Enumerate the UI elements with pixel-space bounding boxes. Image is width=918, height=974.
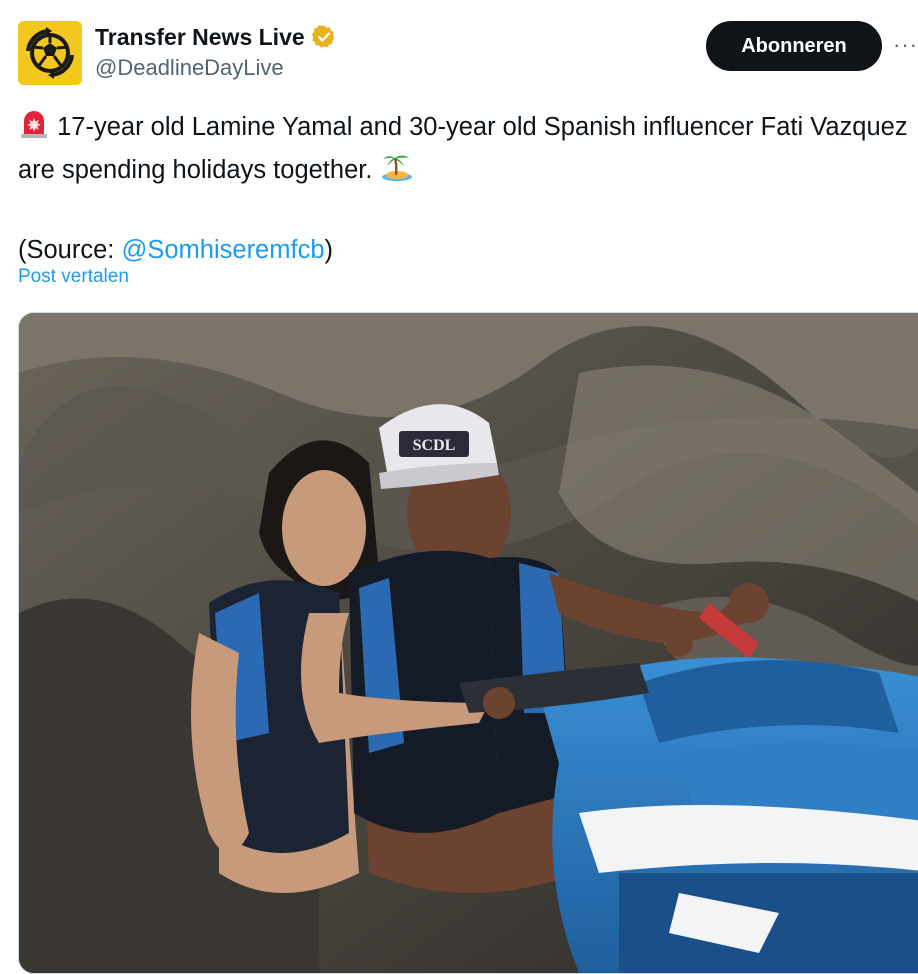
tweet-card: Transfer News Live @DeadlineDayLive Abon… — [0, 0, 918, 974]
author-display-name[interactable]: Transfer News Live — [95, 24, 305, 51]
post-text: 17-year old Lamine Yamal and 30-year old… — [18, 108, 908, 269]
author-handle[interactable]: @DeadlineDayLive — [95, 55, 337, 81]
more-options-icon[interactable]: ··· — [893, 30, 918, 60]
author-block: Transfer News Live @DeadlineDayLive — [95, 22, 337, 81]
source-prefix: (Source: — [18, 236, 122, 264]
post-photo[interactable]: SCDL — [18, 312, 918, 974]
source-suffix: ) — [324, 236, 334, 264]
siren-emoji — [18, 109, 50, 150]
cap-text: SCDL — [413, 437, 456, 454]
author-name-row: Transfer News Live — [95, 22, 337, 52]
translate-post-link[interactable]: Post vertalen — [18, 266, 129, 288]
subscribe-button[interactable]: Abonneren — [706, 21, 882, 71]
verified-badge-icon[interactable] — [311, 24, 337, 50]
island-emoji — [380, 150, 414, 193]
post-text-main: 17-year old Lamine Yamal and 30-year old… — [18, 113, 908, 184]
source-mention-link[interactable]: @Somhiseremfcb — [121, 236, 324, 264]
author-avatar[interactable] — [18, 21, 82, 85]
soccer-ball-icon — [18, 21, 82, 85]
jetski-photo-image: SCDL — [19, 313, 918, 973]
